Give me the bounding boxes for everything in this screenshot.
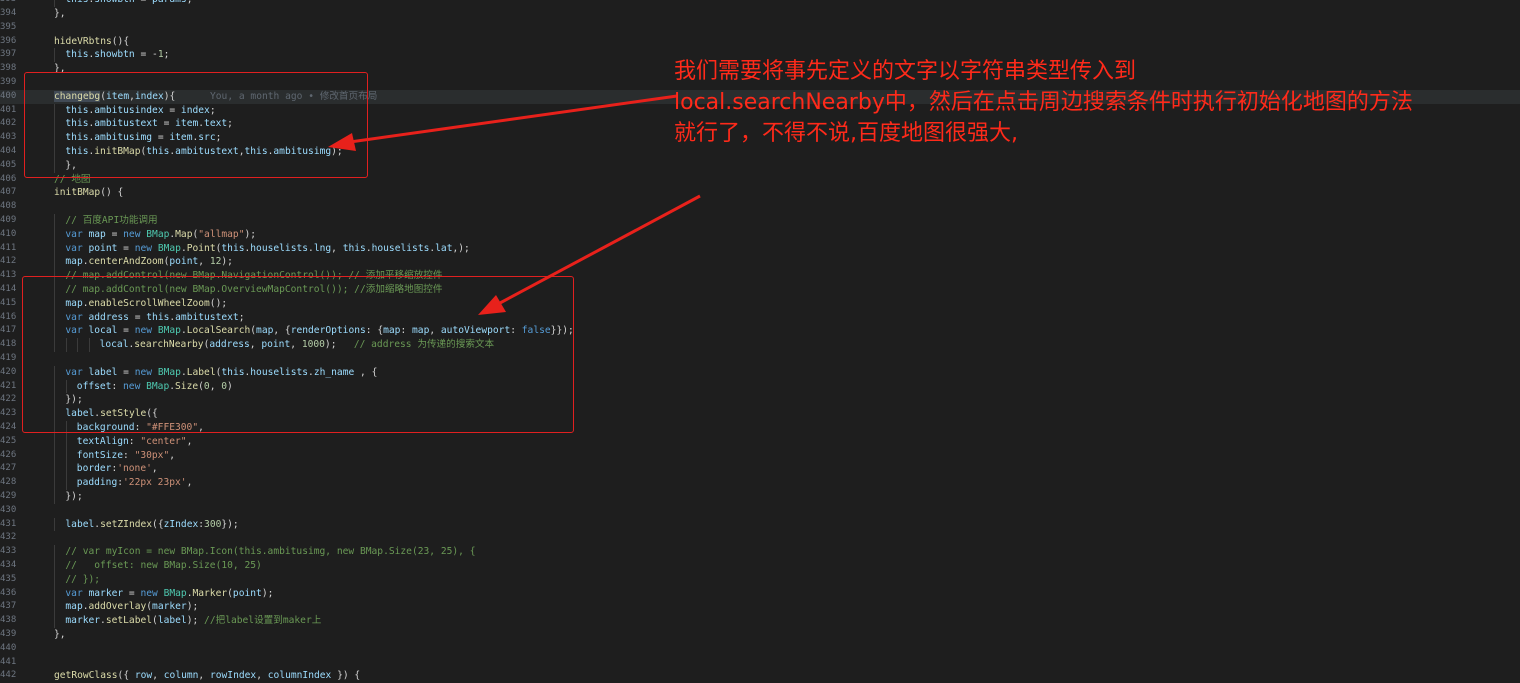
arrowhead-searchnearby (478, 295, 506, 315)
annotation-line-1: 我们需要将事先定义的文字以字符串类型传入到 (674, 59, 1137, 84)
arrow-to-searchnearby (499, 194, 701, 305)
annotation-text: 我们需要将事先定义的文字以字符串类型传入到 local.searchNearby… (674, 56, 1514, 149)
arrowhead-changebg (328, 133, 356, 151)
arrow-to-changebg (349, 94, 678, 144)
annotation-line-3: 就行了，不得不说,百度地图很强大, (674, 121, 1018, 146)
annotation-line-2: local.searchNearby中，然后在点击周边搜索条件时执行初始化地图的… (674, 90, 1413, 115)
